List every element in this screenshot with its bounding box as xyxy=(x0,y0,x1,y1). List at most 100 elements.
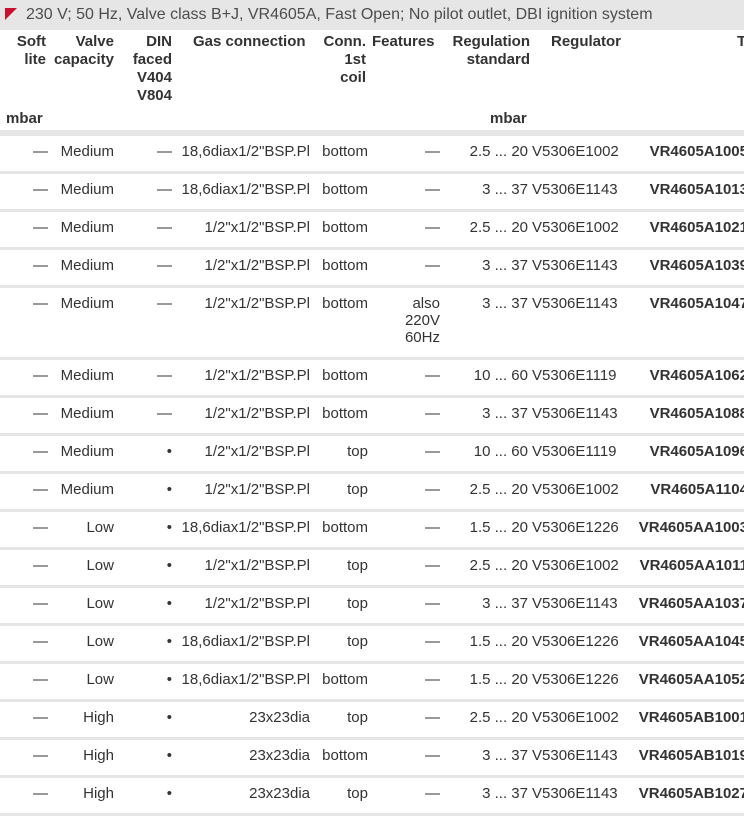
regulation-standard-cell: 1.5 ... 20 xyxy=(469,519,528,536)
conn-coil-cell: top xyxy=(347,785,368,802)
features-cell: — xyxy=(425,519,440,536)
table-row: — Medium — 18,6diax1/2"BSP.Pl bottom — 2.5 ...… xyxy=(0,136,744,173)
valve-capacity-cell: Medium xyxy=(60,367,114,384)
table-row: — Medium — 1/2"x1/2"BSP.Pl bottom also 220V 60H… xyxy=(0,287,744,359)
regulator-cell: V5306E1119 xyxy=(532,443,617,460)
table-row: — Medium — 1/2"x1/2"BSP.Pl bottom — 2.5 ... 20… xyxy=(0,211,744,249)
type-cell: VR4605A1013 xyxy=(649,181,744,198)
regulation-standard-cell: 10 ... 60 xyxy=(473,443,528,460)
regulator-cell: V5306E1002 xyxy=(532,219,619,236)
regulator-cell: V5306E1002 xyxy=(532,709,619,726)
valve-capacity-cell: Low xyxy=(86,595,114,612)
regulator-cell: V5306E1143 xyxy=(532,405,618,422)
table-row: — Low • 1/2"x1/2"BSP.Pl top — 2.5 ... 20 V5306E… xyxy=(0,549,744,587)
din-faced-cell: — xyxy=(157,257,172,274)
type-cell: VR4605A1047 xyxy=(649,295,744,312)
valve-capacity-cell: Medium xyxy=(60,405,114,422)
gas-connection-cell: 1/2"x1/2"BSP.Pl xyxy=(204,595,310,612)
type-cell: VR4605A1062 xyxy=(649,367,744,384)
features-cell: — xyxy=(425,633,440,650)
header-soft-lite: Soft lite xyxy=(16,33,46,68)
product-table: — Medium — 18,6diax1/2"BSP.Pl bottom — 2.5 ...… xyxy=(0,136,744,816)
conn-coil-cell: top xyxy=(347,557,368,574)
valve-capacity-cell: Low xyxy=(86,633,114,650)
valve-capacity-cell: Low xyxy=(86,557,114,574)
regulation-standard-cell: 2.5 ... 20 xyxy=(469,557,528,574)
din-faced-cell: • xyxy=(166,747,172,764)
type-cell: VR4605AA1045 xyxy=(638,633,744,650)
valve-capacity-cell: Medium xyxy=(60,295,114,312)
table-row: — Low • 18,6diax1/2"BSP.Pl bottom — 1.5 ... 20… xyxy=(0,663,744,701)
features-cell: — xyxy=(425,257,440,274)
features-cell: — xyxy=(425,143,440,160)
regulation-standard-cell: 3 ... 37 xyxy=(482,295,528,312)
din-faced-cell: • xyxy=(166,785,172,802)
soft-lite-cell: — xyxy=(33,405,48,422)
type-cell: VR4605A1096 xyxy=(649,443,744,460)
regulator-cell: V5306E1002 xyxy=(532,481,619,498)
soft-lite-cell: — xyxy=(33,709,48,726)
features-cell: — xyxy=(425,219,440,236)
header-regulator: Regulator xyxy=(551,33,622,50)
din-faced-cell: • xyxy=(166,595,172,612)
table-header: Soft lite Valve capacity DIN faced V404 V804 … xyxy=(0,30,744,130)
regulation-standard-cell: 2.5 ... 20 xyxy=(469,219,528,236)
conn-coil-cell: top xyxy=(347,595,368,612)
table-row: — Medium • 1/2"x1/2"BSP.Pl top — 10 ... 60 V530… xyxy=(0,435,744,473)
din-faced-cell: — xyxy=(157,181,172,198)
regulator-cell: V5306E1119 xyxy=(532,367,617,384)
gas-connection-cell: 1/2"x1/2"BSP.Pl xyxy=(204,557,310,574)
conn-coil-cell: bottom xyxy=(322,257,368,274)
din-faced-cell: • xyxy=(166,519,172,536)
soft-lite-cell: — xyxy=(33,747,48,764)
type-cell: VR4605AB1019 xyxy=(638,747,744,764)
features-cell: — xyxy=(425,405,440,422)
soft-lite-cell: — xyxy=(33,443,48,460)
type-cell: VR4605A1021 xyxy=(649,219,744,236)
regulation-standard-cell: 3 ... 37 xyxy=(482,747,528,764)
din-faced-cell: • xyxy=(166,671,172,688)
header-conn-1st-coil: Conn. 1st coil xyxy=(323,33,367,86)
soft-lite-cell: — xyxy=(33,595,48,612)
features-cell: — xyxy=(425,367,440,384)
section-title-bar: 230 V; 50 Hz, Valve class B+J, VR4605A, … xyxy=(0,0,744,30)
conn-coil-cell: top xyxy=(347,481,368,498)
regulator-cell: V5306E1143 xyxy=(532,747,618,764)
gas-connection-cell: 1/2"x1/2"BSP.Pl xyxy=(204,295,310,312)
type-cell: VR4605A1039 xyxy=(649,257,744,274)
regulator-cell: V5306E1143 xyxy=(532,595,618,612)
regulation-standard-cell: 3 ... 37 xyxy=(482,257,528,274)
soft-lite-cell: — xyxy=(33,257,48,274)
regulation-standard-cell: 3 ... 37 xyxy=(482,785,528,802)
conn-coil-cell: bottom xyxy=(322,519,368,536)
section-title: 230 V; 50 Hz, Valve class B+J, VR4605A, … xyxy=(26,6,653,23)
din-faced-cell: — xyxy=(157,295,172,312)
regulator-cell: V5306E1002 xyxy=(532,557,619,574)
header-type: T xyxy=(737,33,744,50)
features-cell: — xyxy=(425,671,440,688)
din-faced-cell: • xyxy=(166,557,172,574)
valve-capacity-cell: High xyxy=(83,709,114,726)
conn-coil-cell: bottom xyxy=(322,671,368,688)
table-row: — Medium —1/2"x1/2"BSP.Pl bottom —10 ... 60 V… xyxy=(0,359,744,397)
soft-lite-cell: — xyxy=(33,181,48,198)
conn-coil-cell: top xyxy=(347,709,368,726)
conn-coil-cell: bottom xyxy=(322,367,368,384)
gas-connection-cell: 23x23dia xyxy=(249,747,310,764)
type-cell: VR4605AA1037 xyxy=(638,595,744,612)
conn-coil-cell: bottom xyxy=(322,747,368,764)
gas-connection-cell: 1/2"x1/2"BSP.Pl xyxy=(204,443,310,460)
table-row: — Low • 18,6diax1/2"BSP.Pl bottom — 1.5 ... 20… xyxy=(0,511,744,549)
soft-lite-cell: — xyxy=(33,633,48,650)
table-row: — High • 23x23dia top — 2.5 ... 20 V5306E1002 VR… xyxy=(0,701,744,739)
features-cell: — xyxy=(425,747,440,764)
gas-connection-cell: 1/2"x1/2"BSP.Pl xyxy=(204,405,310,422)
regulation-standard-cell: 2.5 ... 20 xyxy=(469,143,528,160)
table-row: — Low • 18,6diax1/2"BSP.Pl top — 1.5 ... 20 V53… xyxy=(0,625,744,663)
regulation-standard-cell: 1.5 ... 20 xyxy=(469,633,528,650)
valve-capacity-cell: Medium xyxy=(60,481,114,498)
regulator-cell: V5306E1002 xyxy=(532,143,619,160)
din-faced-cell: — xyxy=(157,219,172,236)
soft-lite-cell: — xyxy=(33,219,48,236)
regulation-standard-cell: 3 ... 37 xyxy=(482,181,528,198)
